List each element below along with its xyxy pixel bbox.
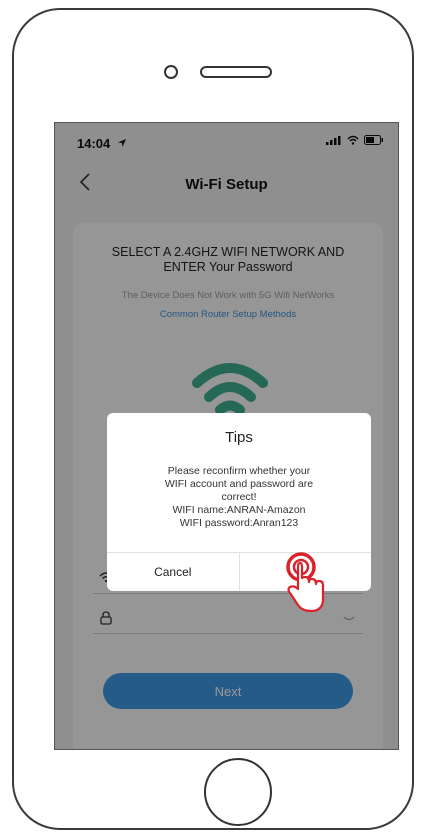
dialog-actions: Cancel xyxy=(107,552,371,591)
camera-icon xyxy=(164,65,178,79)
dialog-title: Tips xyxy=(225,429,253,446)
home-button[interactable] xyxy=(204,758,272,826)
speaker-grille xyxy=(200,66,272,78)
dialog-message-line-3: correct! xyxy=(221,491,257,503)
cancel-button[interactable]: Cancel xyxy=(107,553,239,591)
dialog-message: Please reconfirm whether your WIFI accou… xyxy=(121,465,357,530)
tips-dialog: Tips Please reconfirm whether your WIFI … xyxy=(107,413,371,591)
tap-hand-icon xyxy=(286,552,325,613)
dialog-wifi-password: WIFI password:Anran123 xyxy=(179,517,299,529)
phone-screen: 14:04 Wi-Fi Setup SELECT A 2.4GHZ WIFI N… xyxy=(54,122,399,750)
phone-frame: 14:04 Wi-Fi Setup SELECT A 2.4GHZ WIFI N… xyxy=(12,8,414,830)
dialog-wifi-name: WIFI name:ANRAN-Amazon xyxy=(172,504,306,516)
dialog-message-line-1: Please reconfirm whether your xyxy=(167,465,311,477)
dialog-message-line-2: WIFI account and password are xyxy=(164,478,314,490)
